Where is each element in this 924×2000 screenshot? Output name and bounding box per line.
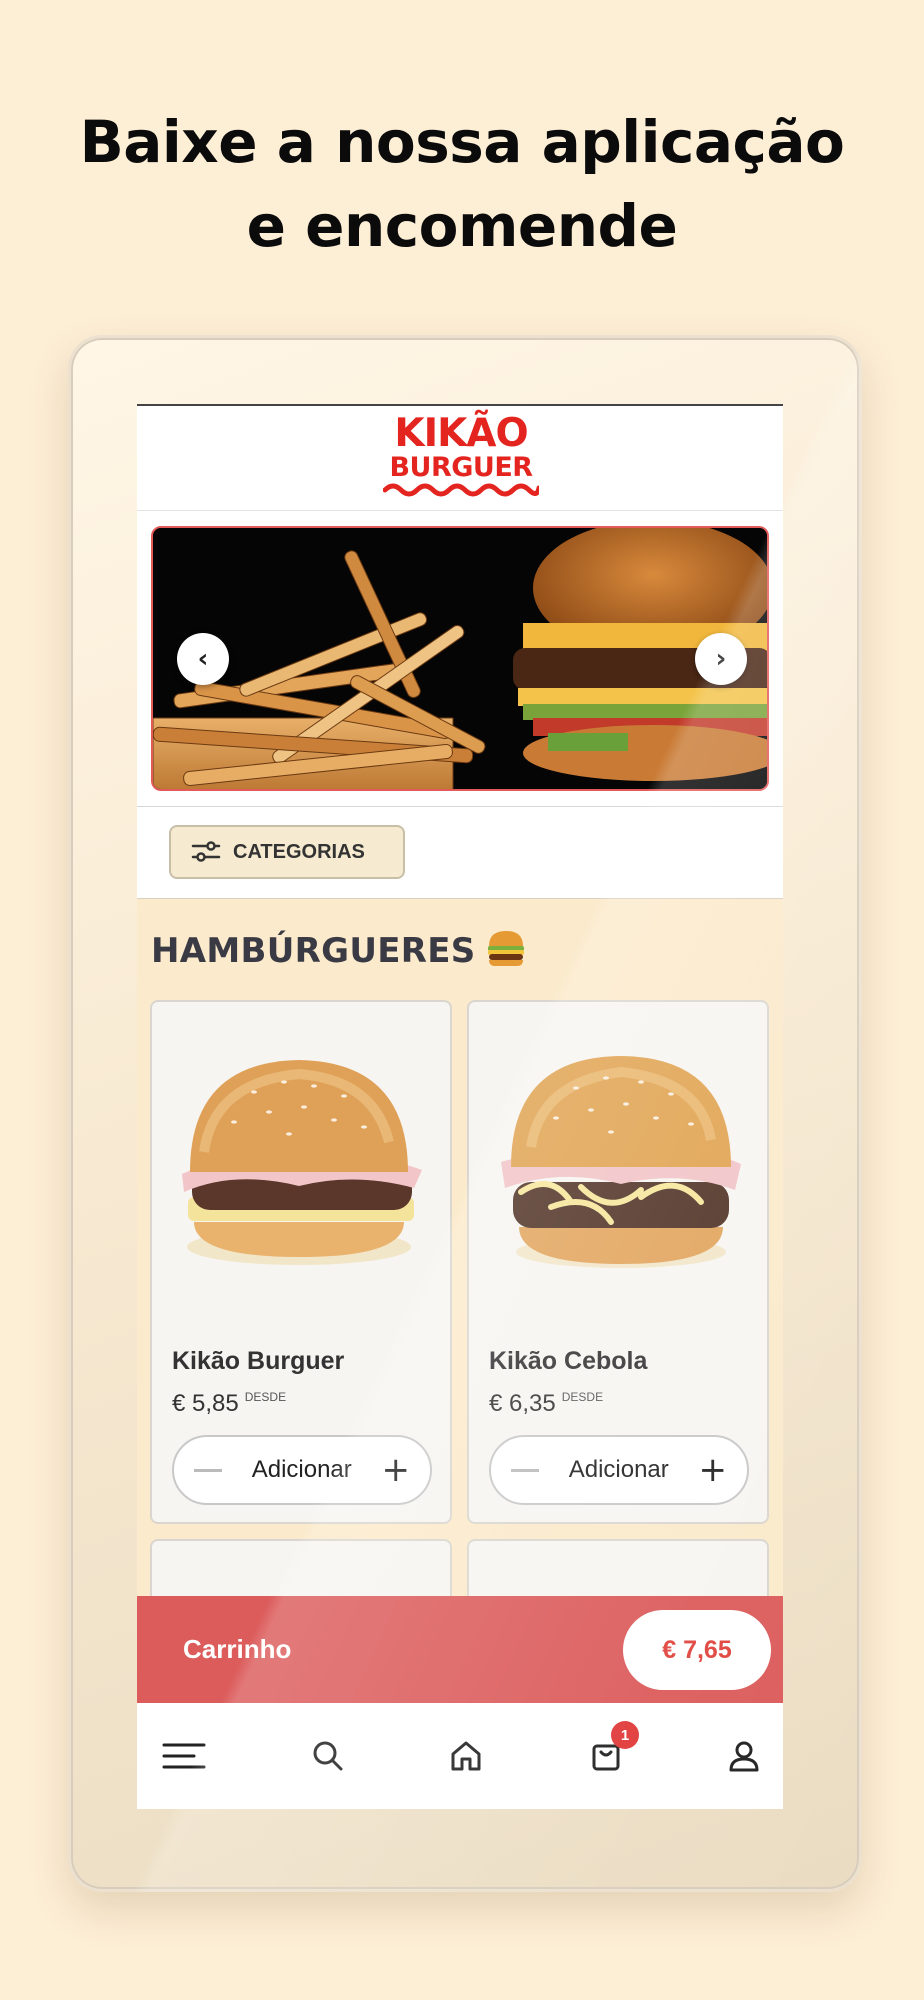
cart-badge: 1 [611,1721,639,1749]
minus-icon[interactable] [511,1468,539,1472]
logo-line-1: KIKÃO [394,411,528,456]
product-price-value: € 5,85 [172,1390,239,1417]
logo-line-2: BURGUER [389,452,533,483]
tab-home[interactable] [443,1733,489,1779]
headline-line-1: Baixe a nossa aplicação [79,108,845,176]
add-to-cart-stepper[interactable]: Adicionar + [172,1435,432,1505]
carousel-prev-button[interactable]: ‹ [177,633,229,685]
product-price: € 6,35 DESDE [489,1390,603,1418]
headline-line-2: e encomende [246,192,678,260]
add-label[interactable]: Adicionar [569,1456,669,1484]
price-note: DESDE [244,1390,287,1404]
product-name: Kikão Burguer [172,1347,345,1375]
carousel-next-button[interactable]: › [695,633,747,685]
chevron-right-icon: › [715,644,727,674]
product-name: Kikão Cebola [489,1347,648,1375]
tab-profile[interactable] [721,1733,767,1779]
section-title: HAMBÚRGUERES [151,929,526,976]
logo-wave-icon [383,483,539,497]
cart-label: Carrinho [183,1634,292,1664]
promo-banner[interactable]: ‹ › [151,526,769,791]
divider [137,806,783,807]
home-icon [451,1741,481,1771]
add-to-cart-stepper[interactable]: Adicionar + [489,1435,749,1505]
banner-image [153,528,767,789]
plus-icon[interactable]: + [382,1453,411,1487]
user-icon [729,1741,759,1772]
plus-icon[interactable]: + [699,1453,728,1487]
tab-search[interactable] [305,1733,351,1779]
chevron-left-icon: ‹ [197,644,209,674]
product-card[interactable]: Kikão Cebola € 6,35 DESDE Adicionar + [467,1000,769,1524]
product-image [501,1056,741,1268]
price-note: DESDE [561,1390,604,1404]
categories-button[interactable]: CATEGORIAS [169,825,405,879]
search-icon [313,1741,343,1771]
minus-icon[interactable] [194,1468,222,1472]
sliders-icon [191,841,221,862]
cart-bar[interactable]: Carrinho € 7,65 [137,1596,783,1703]
section-title-text: HAMBÚRGUERES [151,931,476,971]
product-card[interactable]: Kikão Burguer € 5,85 DESDE Adicionar + [150,1000,452,1524]
hamburger-icon [486,929,526,976]
tab-menu[interactable] [161,1733,207,1779]
cart-total-button[interactable]: € 7,65 [623,1610,771,1690]
add-label[interactable]: Adicionar [252,1456,352,1484]
product-price-value: € 6,35 [489,1390,556,1417]
app-screen: KIKÃO BURGUER ‹ › CATEGORIAS HAMBÚRGUERE… [137,404,783,1809]
categories-label: CATEGORIAS [233,840,365,863]
bottom-tab-bar: 1 [137,1703,783,1809]
headline: Baixe a nossa aplicação e encomende [0,100,924,268]
product-image [182,1060,422,1265]
header: KIKÃO BURGUER [137,406,783,511]
product-price: € 5,85 DESDE [172,1390,286,1418]
brand-logo[interactable]: KIKÃO BURGUER [381,414,541,510]
menu-icon [162,1743,206,1769]
